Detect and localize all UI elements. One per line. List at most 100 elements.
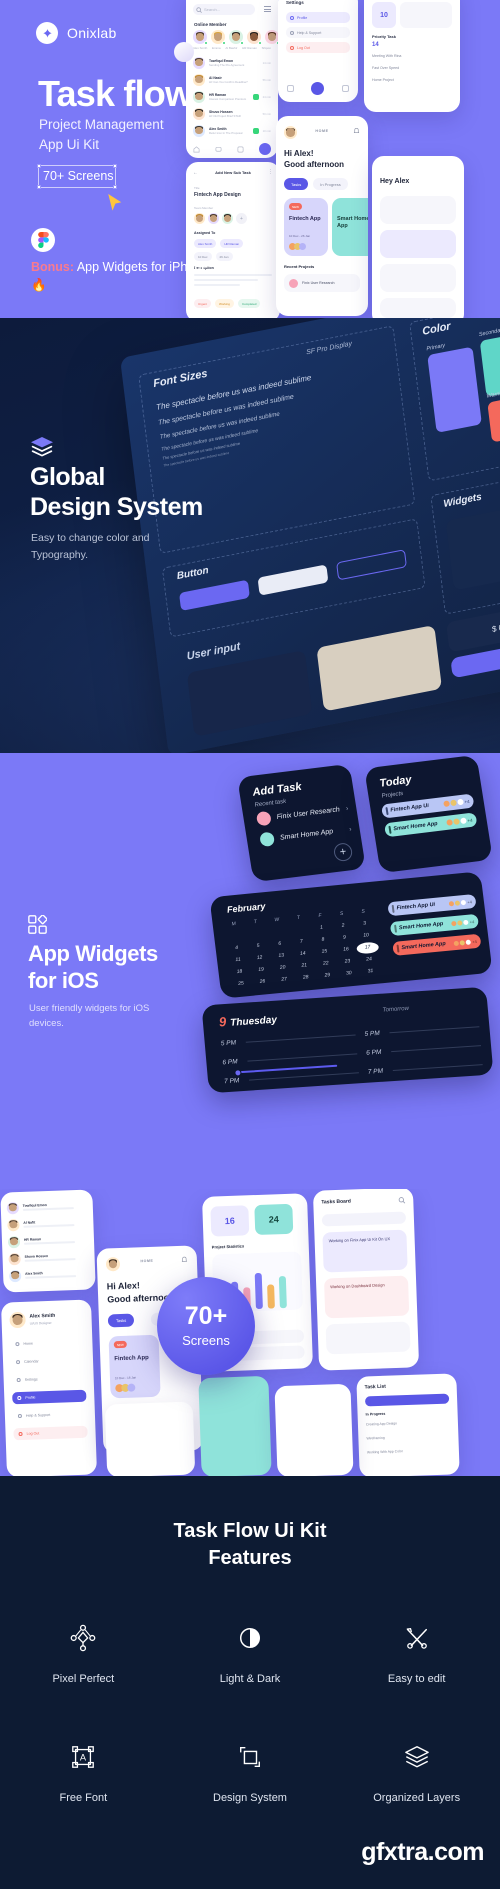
chat-thread[interactable]: Alex Smith Refer Icon In The Proposal 10 m… (193, 122, 271, 139)
chat-thread[interactable]: Shuvo Hossen Hi! Ok Project Brief STAR 50 … (193, 105, 271, 122)
task-item[interactable]: Meeting With Rina (372, 54, 401, 58)
menu-item-log-out[interactable]: Log Out (13, 1425, 88, 1441)
assignee-chip[interactable]: HR Raman (220, 239, 244, 248)
calendar-day[interactable]: 14 (292, 950, 314, 958)
calendar-day[interactable]: 5 (247, 942, 269, 950)
brand-logo[interactable]: Onixlab (36, 22, 117, 44)
widget-schedule[interactable]: 9 Thuesday Tomorrow 5 PM 6 PM 7 PM 5 PM 6 P… (201, 986, 494, 1094)
nav-add-button[interactable] (311, 81, 325, 95)
calendar-day[interactable]: 20 (272, 964, 294, 972)
calendar-day[interactable]: 21 (293, 962, 315, 970)
task-item[interactable]: Home Project (372, 78, 394, 82)
color-swatch[interactable] (427, 346, 482, 433)
widget-today[interactable]: Today Projects Fintech App Ui +4 Smart H… (364, 754, 493, 874)
avatar[interactable] (211, 30, 226, 45)
recent-project-item[interactable]: Finix User Research (284, 274, 360, 292)
keyboard-sample[interactable] (316, 624, 443, 712)
calendar-day[interactable]: 2 (332, 922, 354, 930)
avatar[interactable] (265, 30, 278, 45)
avatar[interactable] (193, 30, 208, 45)
chat-thread[interactable]: HR Raman Interest Comparison Premium 24 mi… (193, 88, 271, 105)
add-member-button[interactable]: + (236, 213, 247, 224)
chat-icon[interactable] (215, 146, 222, 153)
menu-item-calendar[interactable]: Calendar (11, 1354, 85, 1369)
calendar-day[interactable]: 11 (227, 956, 249, 964)
calendar-day[interactable]: 4 (225, 944, 247, 952)
calendar-day[interactable]: 7 (290, 938, 312, 946)
assignee-chip[interactable]: Alex Smith (194, 239, 217, 248)
avatar[interactable] (247, 30, 262, 45)
calendar-day[interactable] (224, 935, 246, 937)
avatar[interactable] (9, 1311, 26, 1329)
calendar-day[interactable]: 22 (315, 960, 337, 968)
selection-handle[interactable] (113, 185, 117, 189)
chat-thread[interactable]: Al Nasir Hi! Can You Confirm Deadline? 56 … (193, 71, 271, 88)
bell-icon[interactable] (181, 1256, 188, 1263)
calendar-day[interactable]: 10 (355, 932, 377, 940)
calendar-day[interactable]: 29 (316, 971, 338, 979)
calendar-day[interactable]: 23 (336, 957, 358, 965)
bell-icon[interactable] (353, 127, 360, 134)
tab-tasks[interactable]: Tasks (284, 178, 309, 190)
chat-thread[interactable]: Towfiqul Emon Sending The Pre Agreement 14… (193, 54, 271, 71)
tab-in-progress[interactable]: In Progress (313, 178, 348, 190)
calendar-day[interactable]: 19 (250, 966, 272, 974)
calendar-day[interactable]: 3 (354, 920, 376, 928)
calendar-day[interactable]: 9 (333, 934, 355, 942)
calendar-day[interactable]: 8 (312, 936, 334, 944)
calendar-day[interactable]: 16 (335, 946, 357, 954)
avatar[interactable] (194, 213, 205, 224)
more-icon[interactable]: ⋮ (268, 169, 273, 175)
calendar-day[interactable]: 26 (251, 978, 273, 986)
menu-item-settings[interactable]: Settings (11, 1372, 85, 1387)
board-card[interactable]: Working on Finix App Ui Kit On UX (322, 1229, 408, 1273)
task-item[interactable]: Creating App Design (366, 1421, 397, 1426)
tag[interactable]: Urgent (194, 299, 212, 308)
task-item[interactable]: Working With App Color (367, 1449, 403, 1454)
calendar-day[interactable] (246, 933, 268, 935)
calendar-day[interactable]: 1 (310, 924, 332, 932)
project-card-smarthome[interactable]: Smart Home App (332, 198, 368, 256)
widget-calendar[interactable]: February MTWTFSS 1 2 3 4 5 6 7 8 9 10 11 12 13 14 15 16… (209, 871, 493, 999)
add-task-button[interactable]: + (332, 842, 354, 863)
tag[interactable]: Completed (237, 299, 261, 308)
project-card-fintech[interactable]: NEW Fintech App 10 Dec - 26 Jan (284, 198, 328, 256)
menu-item-profile[interactable]: Profile (12, 1389, 87, 1405)
tag[interactable]: Working (215, 299, 234, 308)
menu-item-logout[interactable]: Log Out (286, 42, 350, 53)
calendar-day[interactable]: 27 (273, 976, 295, 984)
chat-thread[interactable]: Alex Smith (8, 1265, 90, 1285)
calendar-event[interactable]: Smart Home App +4 (392, 933, 482, 956)
search-icon[interactable] (398, 1197, 406, 1204)
nav-icon[interactable] (286, 84, 294, 92)
calendar-day[interactable]: 13 (270, 952, 292, 960)
calendar-event[interactable]: Fintech App Ui +4 (387, 893, 477, 917)
input-sample[interactable] (186, 650, 313, 737)
calendar-day[interactable] (289, 929, 311, 931)
calendar-day[interactable]: 24 (358, 955, 380, 963)
avatar[interactable] (229, 30, 244, 45)
calendar-day[interactable]: 28 (295, 974, 317, 982)
calendar-day[interactable] (268, 931, 290, 933)
avatar[interactable] (208, 213, 219, 224)
calendar-day[interactable]: 15 (313, 948, 335, 956)
menu-item-help-support[interactable]: Help & Support (13, 1408, 87, 1423)
task-item[interactable]: Wireframing (366, 1436, 384, 1441)
calendar-day[interactable]: 31 (359, 967, 381, 975)
menu-item-profile[interactable]: Profile (286, 12, 350, 23)
calendar-day[interactable]: 6 (269, 940, 291, 948)
selection-handle[interactable] (37, 185, 41, 189)
search-input[interactable]: Search... (204, 7, 220, 12)
widget-add-task[interactable]: Add Task Recent task Finix User Research… (237, 763, 366, 883)
menu-item-help[interactable]: Help & Support (286, 27, 350, 38)
calendar-day[interactable]: 12 (248, 954, 270, 962)
schedule-progress-handle[interactable] (234, 1068, 242, 1077)
task-item[interactable]: Fast Over Speed (372, 66, 399, 70)
avatar[interactable] (222, 213, 233, 224)
calendar-event[interactable]: Smart Home App +4 (389, 913, 480, 937)
selection-handle[interactable] (37, 164, 41, 168)
calendar-day[interactable]: 30 (338, 969, 360, 977)
calendar-day[interactable]: 25 (230, 980, 252, 988)
selection-handle[interactable] (113, 164, 117, 168)
board-card[interactable]: Working on Dashboard Design (323, 1275, 410, 1319)
